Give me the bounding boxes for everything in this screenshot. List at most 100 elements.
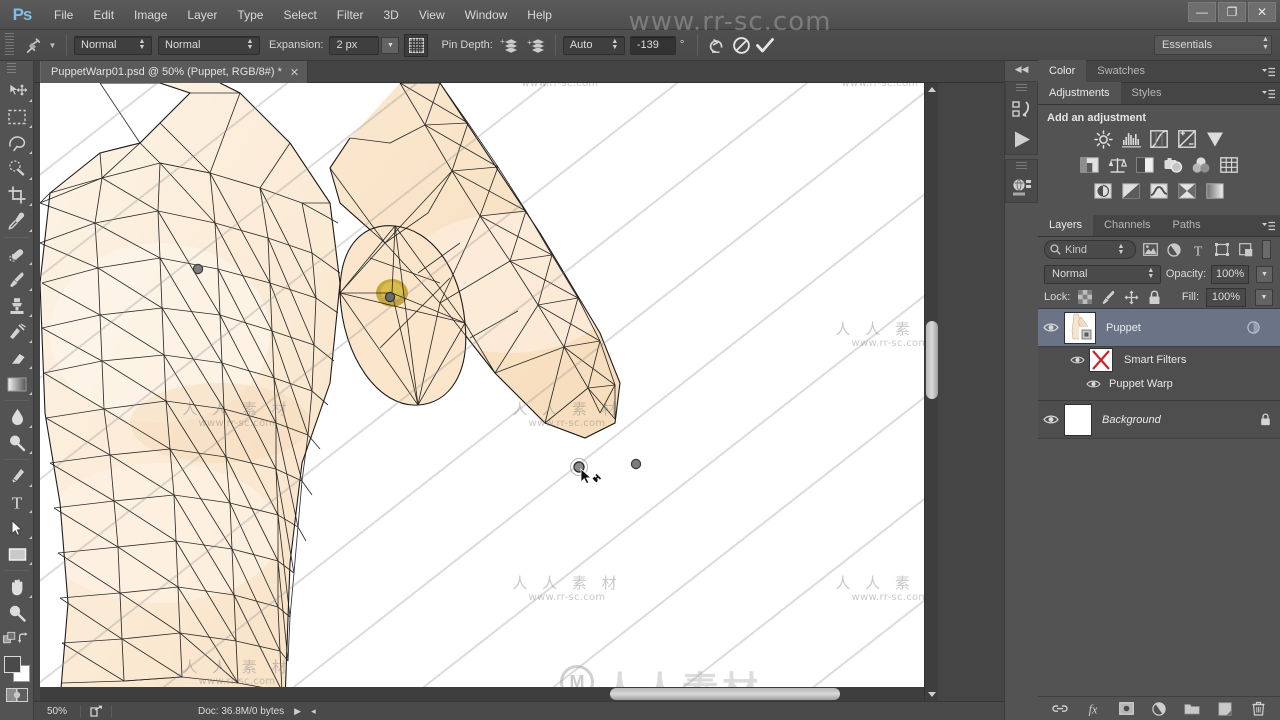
smart-filter-item-puppet-warp[interactable]: Puppet Warp	[1038, 373, 1280, 395]
filter-smart-object-icon[interactable]	[1236, 240, 1256, 259]
quick-selection-tool[interactable]	[0, 156, 34, 182]
crop-tool[interactable]	[0, 182, 34, 208]
lock-position-icon[interactable]	[1123, 289, 1139, 305]
photo-filter-icon[interactable]	[1162, 155, 1184, 175]
hand-tool[interactable]	[0, 574, 34, 600]
tool-flyout-arrow[interactable]	[29, 536, 32, 539]
layer-thumbnail[interactable]	[1064, 311, 1096, 344]
fill-slider-button[interactable]: ▼	[1255, 288, 1273, 306]
menu-view[interactable]: View	[409, 0, 455, 30]
tool-flyout-arrow[interactable]	[29, 262, 32, 265]
lasso-tool[interactable]	[0, 130, 34, 156]
commit-check-icon[interactable]	[753, 33, 777, 57]
tab-paths[interactable]: Paths	[1162, 214, 1212, 236]
new-adjustment-layer-icon[interactable]	[1151, 701, 1167, 717]
threshold-icon[interactable]	[1148, 181, 1170, 201]
smart-filters-visibility-toggle[interactable]	[1065, 355, 1089, 365]
gradient-tool[interactable]	[0, 371, 34, 397]
rotate-mode-spinner[interactable]: ▲ ▼	[608, 37, 622, 54]
tool-flyout-arrow[interactable]	[29, 340, 32, 343]
foreground-color-swatch[interactable]	[4, 656, 21, 673]
filter-shape-layers-icon[interactable]	[1212, 240, 1232, 259]
close-icon[interactable]: ✕	[290, 66, 299, 79]
history-brush-tool[interactable]	[0, 319, 34, 345]
tab-adjustments[interactable]: Adjustments	[1038, 82, 1121, 104]
zoom-level[interactable]: 50%	[34, 706, 80, 717]
minimize-button[interactable]: —	[1188, 2, 1216, 22]
filter-kind-spinner[interactable]: ▲ ▼	[1114, 241, 1128, 258]
color-balance-icon[interactable]	[1106, 155, 1128, 175]
delete-layer-icon[interactable]	[1250, 701, 1266, 717]
posterize-icon[interactable]	[1120, 181, 1142, 201]
gradient-map-icon[interactable]	[1204, 181, 1226, 201]
tool-flyout-arrow[interactable]	[29, 314, 32, 317]
layer-row-background[interactable]: Background	[1038, 401, 1280, 439]
density-select-spinner[interactable]: ▲ ▼	[243, 37, 257, 54]
cancel-icon[interactable]	[729, 33, 753, 57]
tool-flyout-arrow[interactable]	[29, 562, 32, 565]
lock-image-pixels-icon[interactable]	[1100, 289, 1116, 305]
menu-filter[interactable]: Filter	[327, 0, 374, 30]
link-layers-icon[interactable]	[1052, 701, 1068, 717]
spot-healing-brush-tool[interactable]	[0, 241, 34, 267]
workspace-spinner[interactable]: ▲ ▼	[1255, 36, 1269, 54]
dodge-tool[interactable]	[0, 430, 34, 456]
collapse-panels-button[interactable]: ◀◀	[1005, 61, 1038, 77]
menu-help[interactable]: Help	[517, 0, 562, 30]
color-lookup-icon[interactable]	[1218, 155, 1240, 175]
tool-flyout-arrow[interactable]	[29, 125, 32, 128]
blur-tool[interactable]	[0, 404, 34, 430]
actions-play-icon[interactable]	[1006, 124, 1038, 154]
tool-flyout-arrow[interactable]	[29, 288, 32, 291]
tool-flyout-arrow[interactable]	[29, 595, 32, 598]
path-selection-tool[interactable]	[0, 515, 34, 541]
lock-transparent-pixels-icon[interactable]	[1077, 289, 1093, 305]
tool-flyout-arrow[interactable]	[29, 510, 32, 513]
opacity-value[interactable]: 100%	[1211, 264, 1249, 284]
panel-menu-icon[interactable]	[1261, 220, 1275, 232]
layer-thumbnail[interactable]	[1064, 403, 1092, 436]
expansion-dropdown-button[interactable]: ▼	[381, 36, 400, 54]
new-group-icon[interactable]	[1184, 701, 1200, 717]
document-tab[interactable]: PuppetWarp01.psd @ 50% (Puppet, RGB/8#) …	[40, 61, 309, 83]
layer-filter-kind-select[interactable]: Kind ▲ ▼	[1044, 240, 1136, 259]
restore-button[interactable]: ❐	[1218, 2, 1246, 22]
tool-preset-dropdown-arrow[interactable]: ▼	[46, 34, 59, 57]
expansion-field[interactable]: 2 px	[329, 35, 380, 55]
workspace-select[interactable]: Essentials ▲ ▼	[1154, 35, 1272, 55]
density-select[interactable]: Normal ▲ ▼	[158, 35, 260, 55]
smart-filter-visibility-toggle[interactable]	[1086, 379, 1101, 389]
add-layer-mask-icon[interactable]	[1118, 701, 1134, 717]
layer-visibility-toggle[interactable]	[1038, 401, 1064, 439]
quick-mask-mode[interactable]	[5, 687, 28, 703]
levels-icon[interactable]	[1120, 129, 1142, 149]
share-icon[interactable]	[81, 705, 111, 717]
close-button[interactable]: ✕	[1248, 2, 1276, 22]
image-canvas[interactable]: 人 人 素 材 www.rr-sc.com 人 人 素 材 www.rr-sc.…	[40, 83, 924, 701]
fill-value[interactable]: 100%	[1206, 287, 1246, 307]
panel-menu-icon[interactable]	[1261, 66, 1275, 78]
eyedropper-tool[interactable]	[0, 208, 34, 234]
horizontal-type-tool[interactable]: T	[0, 489, 34, 515]
vertical-scroll-thumb[interactable]	[926, 321, 938, 399]
blend-mode-select[interactable]: Normal ▲ ▼	[1044, 264, 1161, 284]
zoom-tool[interactable]	[0, 600, 34, 626]
swap-colors-icon[interactable]	[17, 631, 30, 645]
canvas-horizontal-scrollbar[interactable]	[40, 687, 924, 701]
show-mesh-toggle[interactable]	[404, 33, 429, 57]
options-bar-gripper[interactable]	[5, 33, 14, 57]
tab-styles[interactable]: Styles	[1121, 82, 1173, 104]
opacity-slider-button[interactable]: ▼	[1255, 265, 1273, 283]
menu-image[interactable]: Image	[124, 0, 177, 30]
filter-pixel-layers-icon[interactable]	[1140, 240, 1160, 259]
move-tool[interactable]	[0, 78, 34, 104]
resize-grip-icon[interactable]: ◂	[311, 706, 316, 717]
tab-channels[interactable]: Channels	[1093, 214, 1161, 236]
pen-tool[interactable]	[0, 463, 34, 489]
filter-adjustment-layers-icon[interactable]	[1164, 240, 1184, 259]
play-arrow-icon[interactable]: ▶	[294, 706, 301, 717]
pin-depth-forward-icon[interactable]: +	[499, 34, 521, 56]
pin-depth-backward-icon[interactable]: +	[526, 34, 548, 56]
new-layer-icon[interactable]	[1217, 701, 1233, 717]
channel-mixer-icon[interactable]	[1190, 155, 1212, 175]
